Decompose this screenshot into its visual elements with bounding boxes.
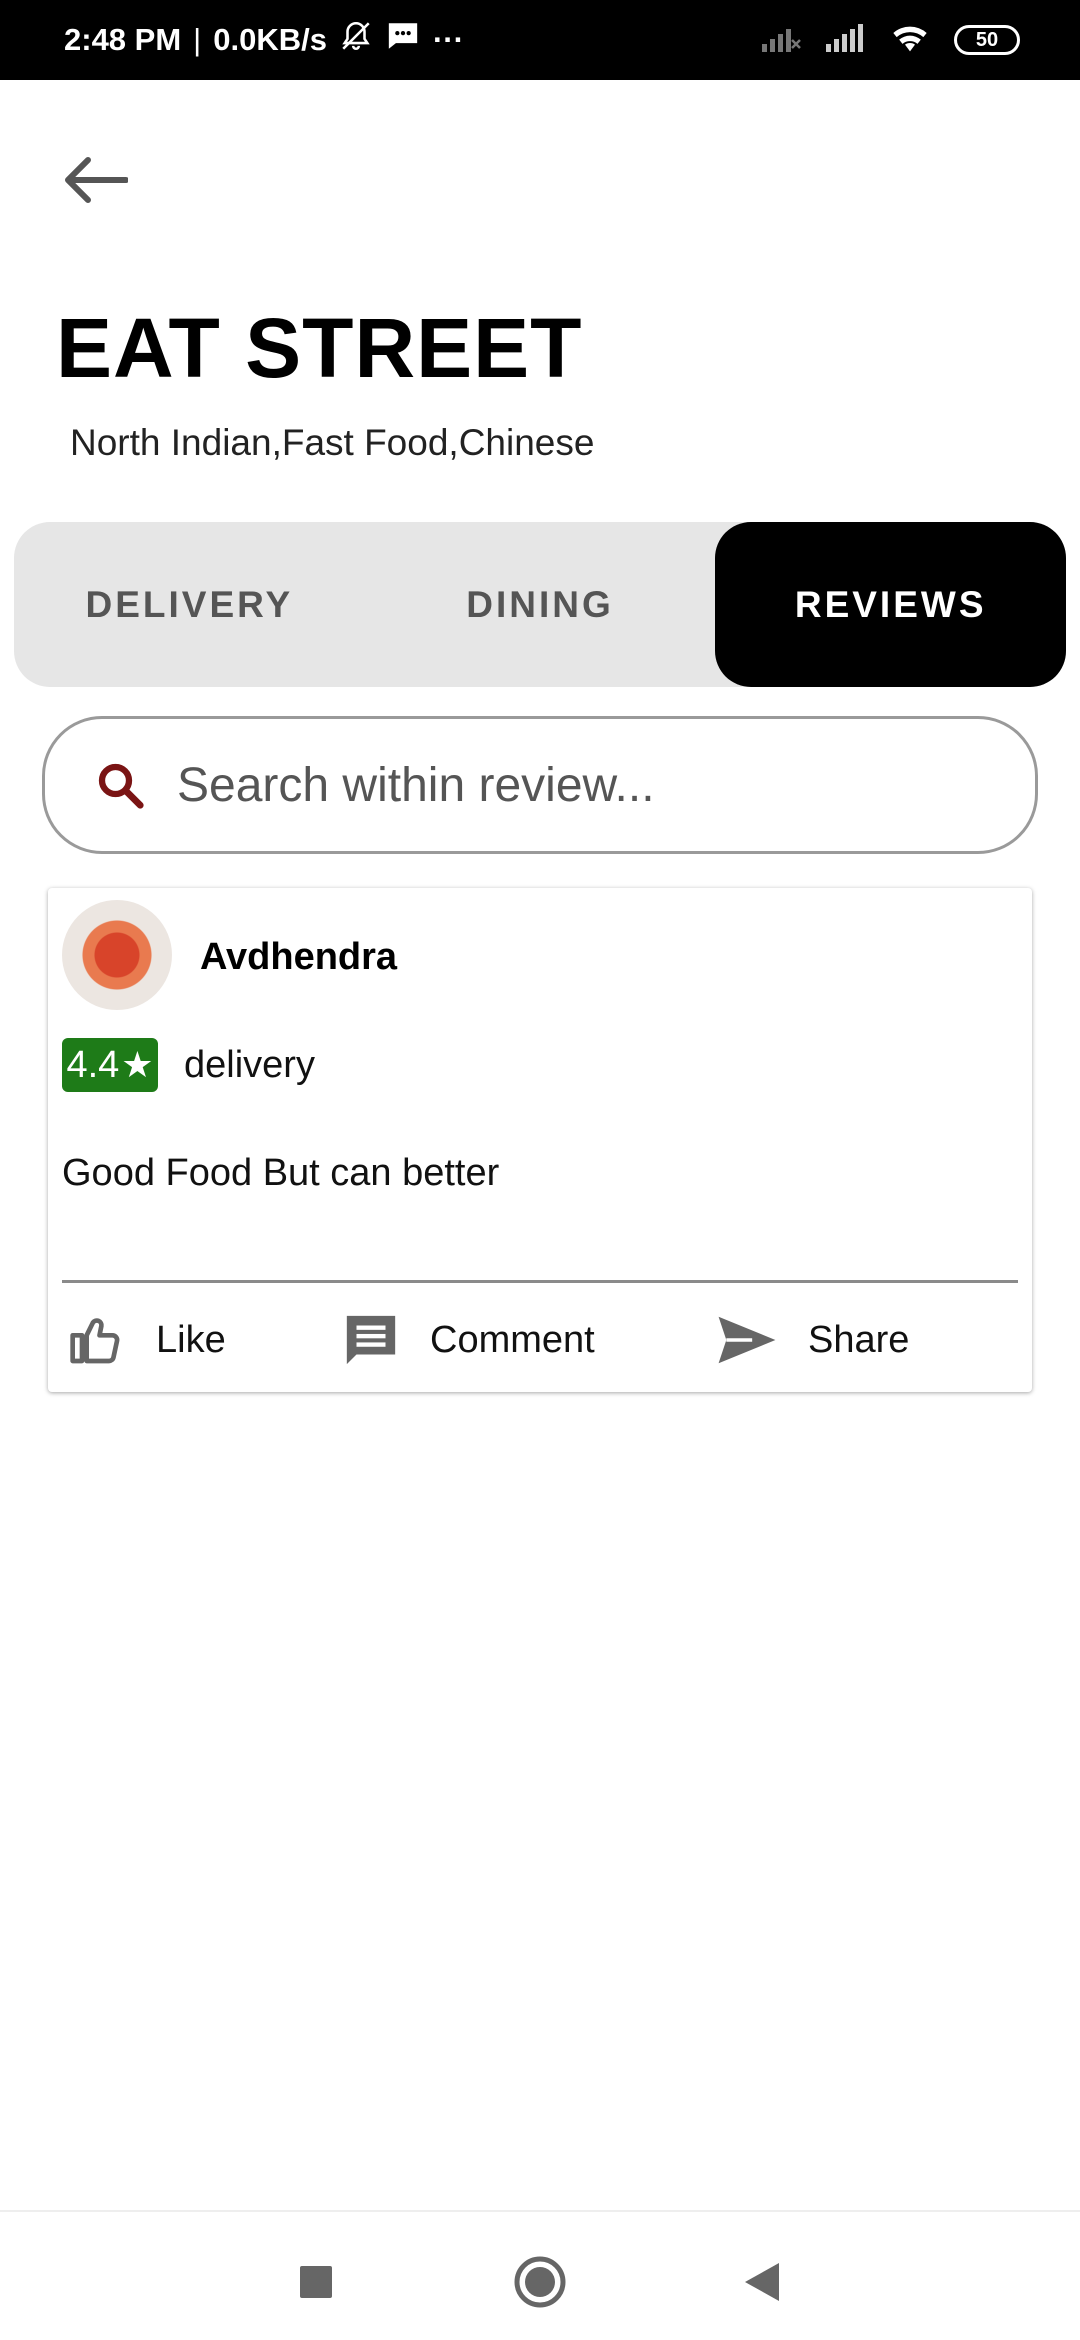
rating-value: 4.4 — [66, 1043, 120, 1086]
tab-delivery[interactable]: DELIVERY — [14, 522, 365, 687]
wifi-icon — [890, 23, 930, 58]
tab-reviews[interactable]: REVIEWS — [715, 522, 1067, 687]
thumbs-up-icon — [70, 1318, 120, 1364]
review-type: delivery — [184, 1044, 315, 1086]
share-button[interactable]: Share — [716, 1308, 909, 1372]
comment-icon — [346, 1315, 396, 1365]
status-bar: 2:48 PM | 0.0KB/s ··· 50 — [0, 0, 1080, 80]
network-speed: 0.0KB/s — [213, 22, 327, 57]
avatar — [62, 900, 172, 1010]
recents-button[interactable] — [286, 2252, 346, 2312]
signal-icon — [762, 24, 802, 57]
rating-badge: 4.4 ★ — [62, 1038, 158, 1092]
recents-icon — [300, 2266, 332, 2298]
system-nav-bar — [0, 2210, 1080, 2340]
restaurant-title: EAT STREET — [56, 301, 583, 395]
home-icon — [514, 2256, 566, 2308]
review-card: Avdhendra 4.4 ★ delivery Good Food But c… — [48, 888, 1032, 1392]
like-label: Like — [156, 1318, 226, 1361]
reviewer-name: Avdhendra — [200, 936, 398, 978]
comment-label: Comment — [430, 1318, 595, 1361]
status-time: 2:48 PM — [64, 22, 182, 57]
tab-dining[interactable]: DINING — [365, 522, 716, 687]
status-separator: | — [193, 22, 202, 57]
search-icon — [98, 763, 144, 809]
status-right: 50 — [762, 23, 1020, 58]
review-search-box[interactable] — [42, 716, 1038, 854]
system-back-button[interactable] — [732, 2252, 792, 2312]
arrow-left-icon — [65, 157, 128, 203]
share-label: Share — [808, 1318, 910, 1361]
search-input[interactable] — [177, 757, 997, 813]
comment-button[interactable]: Comment — [342, 1308, 595, 1372]
back-button[interactable] — [60, 150, 130, 210]
divider — [62, 1280, 1018, 1283]
review-text: Good Food But can better — [62, 1152, 500, 1194]
status-left: 2:48 PM | 0.0KB/s ··· — [64, 19, 464, 61]
more-indicator: ··· — [432, 22, 464, 57]
cuisine-list: North Indian,Fast Food,Chinese — [70, 422, 595, 463]
send-icon — [718, 1316, 776, 1364]
battery-icon: 50 — [954, 25, 1020, 55]
home-button[interactable] — [510, 2252, 570, 2312]
tab-bar: DELIVERY DINING REVIEWS — [14, 522, 1067, 687]
message-icon — [385, 19, 421, 61]
star-icon: ★ — [121, 1044, 154, 1085]
bell-off-icon — [339, 19, 373, 61]
signal-icon — [826, 23, 866, 57]
back-icon — [745, 2263, 779, 2301]
like-button[interactable]: Like — [66, 1308, 226, 1372]
